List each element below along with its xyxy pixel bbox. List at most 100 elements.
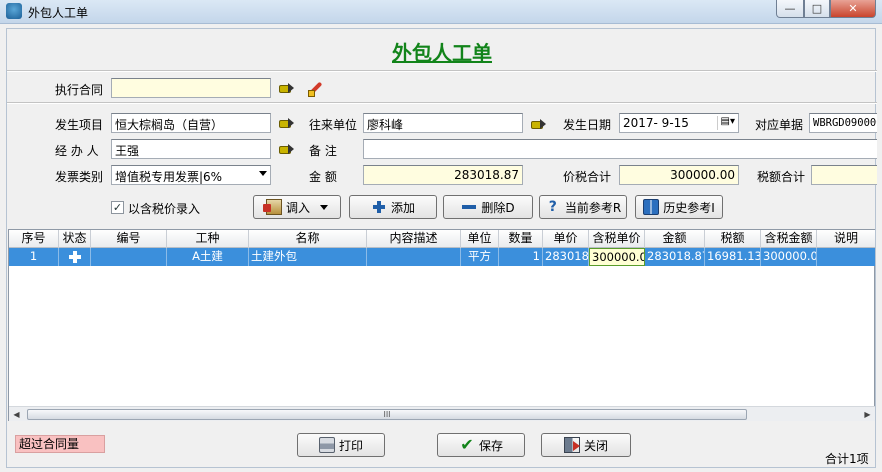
chevron-down-icon xyxy=(320,204,328,210)
app-icon xyxy=(6,3,22,19)
calendar-dropdown-icon[interactable]: ▤▾ xyxy=(717,116,735,130)
column-header[interactable]: 序号 xyxy=(9,230,59,248)
checkmark-icon: ✔ xyxy=(460,435,474,454)
column-header[interactable]: 状态 xyxy=(59,230,91,248)
column-header[interactable]: 税额 xyxy=(705,230,761,248)
ref-doc-label: 对应单据 xyxy=(755,118,804,132)
total-with-tax-field[interactable]: 300000.00 xyxy=(619,165,739,185)
row-status[interactable] xyxy=(59,248,91,266)
maximize-button[interactable]: □ xyxy=(804,0,830,18)
column-header[interactable]: 金额 xyxy=(645,230,705,248)
row-amount-tax[interactable]: 300000.00 xyxy=(761,248,817,266)
column-header[interactable]: 编号 xyxy=(91,230,167,248)
project-field[interactable]: 恒大棕榈岛（自营） xyxy=(111,113,271,133)
divider xyxy=(7,102,877,104)
date-label: 发生日期 xyxy=(563,118,612,132)
exit-door-icon xyxy=(563,437,580,453)
column-header[interactable]: 数量 xyxy=(499,230,543,248)
project-picker-icon[interactable] xyxy=(279,117,295,129)
window-title: 外包人工单 xyxy=(28,6,89,20)
contract-picker-icon[interactable] xyxy=(279,82,295,94)
total-with-tax-label: 价税合计 xyxy=(563,170,612,184)
clear-contract-icon[interactable] xyxy=(306,79,324,97)
total-count: 合计1项 xyxy=(825,452,869,466)
remark-field[interactable] xyxy=(363,139,877,159)
tax-inclusive-checkbox[interactable]: ✓ xyxy=(111,201,124,214)
partner-field[interactable]: 廖科峰 xyxy=(363,113,523,133)
column-header[interactable]: 说明 xyxy=(817,230,875,248)
column-header[interactable]: 工种 xyxy=(167,230,249,248)
close-window-button[interactable]: ✕ xyxy=(830,0,876,18)
remark-label: 备 注 xyxy=(309,144,337,158)
minimize-button[interactable]: — xyxy=(776,0,804,18)
ref-doc-field[interactable]: WBRGD090000 xyxy=(809,113,877,133)
save-button-label: 保存 xyxy=(478,438,503,453)
add-button-label: 添加 xyxy=(390,200,415,215)
handler-picker-icon[interactable] xyxy=(279,143,295,155)
row-amount[interactable]: 283018.87 xyxy=(645,248,705,266)
current-reference-label: 当前参考R xyxy=(564,200,622,215)
import-icon xyxy=(262,199,282,215)
table-row[interactable]: 1 A土建 土建外包 平方 1 283018. 300000.00 283018… xyxy=(9,248,875,266)
column-header[interactable]: 单价 xyxy=(543,230,589,248)
history-reference-label: 历史参考I xyxy=(663,200,715,215)
invoice-type-label: 发票类别 xyxy=(55,170,104,184)
amount-label: 金 额 xyxy=(309,170,337,184)
current-reference-button[interactable]: ? 当前参考R xyxy=(539,195,627,219)
date-value: 2017- 9-15 xyxy=(623,116,689,130)
date-field[interactable]: 2017- 9-15 ▤▾ xyxy=(619,113,739,133)
divider xyxy=(7,70,877,72)
save-button[interactable]: ✔ 保存 xyxy=(437,433,525,457)
tax-inclusive-label[interactable]: 以含税价录入 xyxy=(128,200,200,217)
row-work-type[interactable]: A土建 xyxy=(167,248,249,266)
partner-picker-icon[interactable] xyxy=(531,118,547,130)
chevron-down-icon xyxy=(259,171,267,176)
row-seq: 1 xyxy=(9,248,59,266)
grid-header: 序号 状态 编号 工种 名称 内容描述 单位 数量 单价 含税单价 金额 税额 … xyxy=(9,230,875,248)
scroll-right-icon[interactable]: ▶ xyxy=(860,407,875,422)
row-description[interactable] xyxy=(367,248,461,266)
printer-icon xyxy=(318,437,335,453)
horizontal-scrollbar[interactable]: ◀ III ▶ xyxy=(9,406,875,421)
row-code[interactable] xyxy=(91,248,167,266)
scrollbar-thumb[interactable]: III xyxy=(27,409,747,420)
column-header[interactable]: 含税单价 xyxy=(589,230,645,248)
book-icon xyxy=(643,199,660,215)
tax-total-field[interactable] xyxy=(811,165,877,185)
column-header[interactable]: 内容描述 xyxy=(367,230,461,248)
print-button-label: 打印 xyxy=(338,438,363,453)
new-row-plus-icon xyxy=(68,250,81,263)
invoice-type-select[interactable]: 增值税专用发票|6% xyxy=(111,165,271,185)
contract-field[interactable] xyxy=(111,78,271,98)
contract-label: 执行合同 xyxy=(55,83,104,97)
history-reference-button[interactable]: 历史参考I xyxy=(635,195,723,219)
delete-button[interactable]: 删除D xyxy=(443,195,533,219)
project-label: 发生项目 xyxy=(55,118,104,132)
row-name[interactable]: 土建外包 xyxy=(249,248,367,266)
row-unit[interactable]: 平方 xyxy=(461,248,499,266)
scroll-left-icon[interactable]: ◀ xyxy=(9,407,24,422)
import-button-label: 调入 xyxy=(285,200,310,215)
handler-field[interactable]: 王强 xyxy=(111,139,271,159)
form-title: 外包人工单 xyxy=(392,41,492,65)
over-contract-legend: 超过合同量 xyxy=(15,435,105,453)
row-note[interactable] xyxy=(817,248,875,266)
row-unit-price-tax[interactable]: 300000.00 xyxy=(589,248,645,266)
close-button[interactable]: 关闭 xyxy=(541,433,631,457)
row-tax[interactable]: 16981.13 xyxy=(705,248,761,266)
import-button[interactable]: 调入 xyxy=(253,195,341,219)
delete-button-label: 删除D xyxy=(481,200,515,215)
column-header[interactable]: 单位 xyxy=(461,230,499,248)
form-window: 外包人工单 执行合同 发生项目 恒大棕榈岛（自营） 往来单位 廖科峰 发生日期 … xyxy=(6,28,877,468)
column-header[interactable]: 含税金额 xyxy=(761,230,817,248)
row-unit-price[interactable]: 283018. xyxy=(543,248,589,266)
close-button-label: 关闭 xyxy=(583,438,608,453)
amount-field[interactable]: 283018.87 xyxy=(363,165,523,185)
column-header[interactable]: 名称 xyxy=(249,230,367,248)
row-qty[interactable]: 1 xyxy=(499,248,543,266)
add-button[interactable]: 添加 xyxy=(349,195,437,219)
handler-label: 经 办 人 xyxy=(55,144,99,158)
items-grid[interactable]: 序号 状态 编号 工种 名称 内容描述 单位 数量 单价 含税单价 金额 税额 … xyxy=(8,229,875,421)
title-bar[interactable]: 外包人工单 — □ ✕ xyxy=(0,0,882,24)
print-button[interactable]: 打印 xyxy=(297,433,385,457)
